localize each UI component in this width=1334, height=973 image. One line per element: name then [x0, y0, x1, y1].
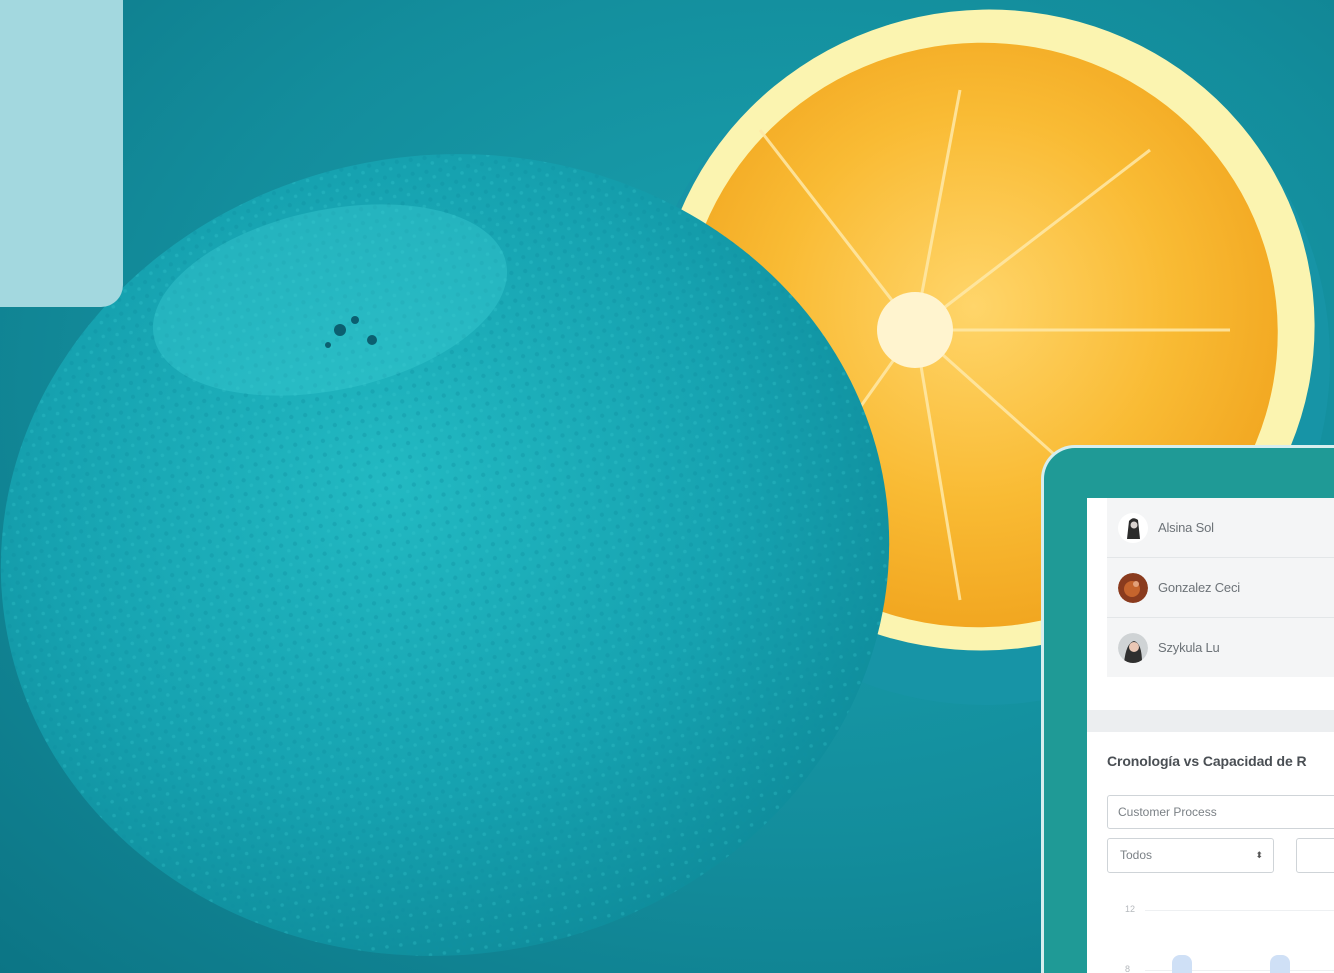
user-name: Alsina Sol — [1158, 520, 1214, 535]
avatar — [1118, 572, 1148, 603]
chart-bar — [1172, 955, 1192, 973]
orange-core — [877, 292, 953, 368]
avatar — [1118, 632, 1148, 663]
gridline — [1145, 910, 1334, 911]
scope-select[interactable]: Todos ⬍ — [1107, 838, 1274, 873]
list-item[interactable]: Szykula Lu — [1107, 618, 1334, 677]
app-screen: Alsina Sol Gonzalez Ceci Szykula Lu Cron… — [1087, 498, 1334, 973]
sort-arrows-icon: ⬍ — [1255, 850, 1263, 860]
user-name: Gonzalez Ceci — [1158, 580, 1240, 595]
process-input[interactable]: Customer Process — [1107, 795, 1334, 829]
user-name: Szykula Lu — [1158, 640, 1220, 655]
secondary-select[interactable] — [1296, 838, 1334, 873]
scope-select-value: Todos — [1120, 848, 1153, 862]
decorative-corner-card — [0, 0, 123, 307]
avatar — [1118, 512, 1148, 543]
section-divider — [1087, 710, 1334, 732]
chart-bar — [1270, 955, 1290, 973]
y-tick-label: 12 — [1125, 904, 1136, 914]
marketing-hero: Alsina Sol Gonzalez Ceci Szykula Lu Cron… — [0, 0, 1334, 973]
list-item[interactable]: Alsina Sol — [1107, 498, 1334, 558]
user-list: Alsina Sol Gonzalez Ceci Szykula Lu — [1107, 498, 1334, 677]
list-item[interactable]: Gonzalez Ceci — [1107, 558, 1334, 618]
section-title: Cronología vs Capacidad de R — [1107, 753, 1307, 769]
y-tick-label: 8 — [1125, 964, 1131, 973]
